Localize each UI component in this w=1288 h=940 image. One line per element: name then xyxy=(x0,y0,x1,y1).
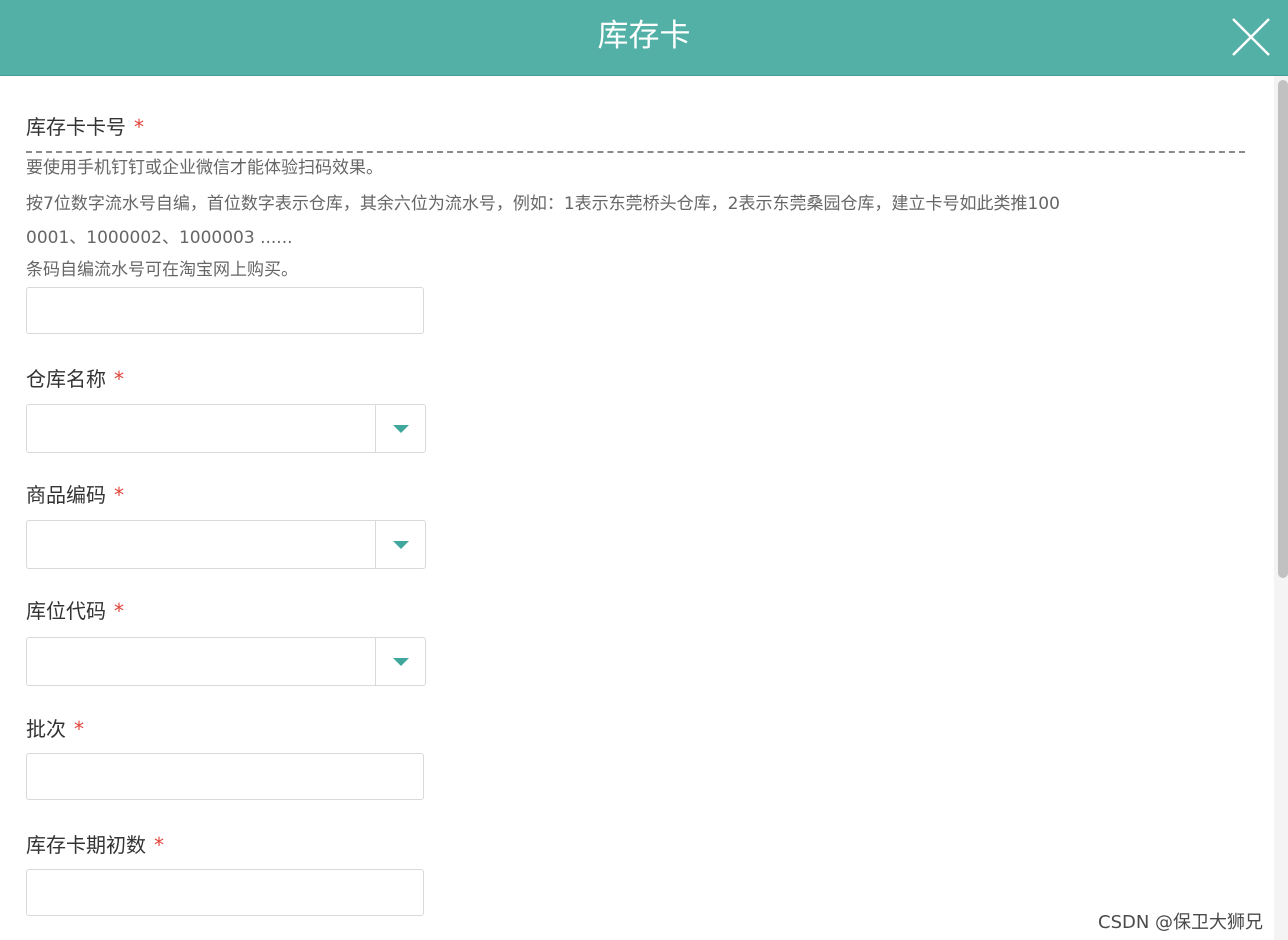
batch-input[interactable] xyxy=(26,753,424,800)
divider xyxy=(26,151,1245,153)
warehouse-select[interactable] xyxy=(26,404,426,453)
chevron-down-icon xyxy=(393,425,409,433)
required-mark: * xyxy=(154,833,164,857)
card-no-help-1: 要使用手机钉钉或企业微信才能体验扫码效果。 xyxy=(26,158,383,178)
watermark: CSDN @保卫大狮兄 xyxy=(1098,912,1264,933)
warehouse-label-text: 仓库名称 xyxy=(26,367,106,391)
warehouse-dropdown-button[interactable] xyxy=(375,405,425,452)
card-no-label-text: 库存卡卡号 xyxy=(26,115,126,139)
required-mark: * xyxy=(74,717,84,741)
chevron-down-icon xyxy=(393,658,409,666)
card-no-label: 库存卡卡号 * xyxy=(26,114,144,140)
close-button[interactable] xyxy=(1228,14,1274,60)
warehouse-label: 仓库名称 * xyxy=(26,366,124,392)
batch-label-text: 批次 xyxy=(26,717,66,741)
product-code-label-text: 商品编码 xyxy=(26,483,106,507)
batch-label: 批次 * xyxy=(26,716,84,742)
product-code-dropdown-button[interactable] xyxy=(375,521,425,568)
location-code-dropdown-button[interactable] xyxy=(375,638,425,685)
chevron-down-icon xyxy=(393,541,409,549)
location-code-select[interactable] xyxy=(26,637,426,686)
location-code-label-text: 库位代码 xyxy=(26,599,106,623)
required-mark: * xyxy=(114,367,124,391)
card-no-help-3: 0001、1000002、1000003 ...... xyxy=(26,228,293,248)
initial-qty-label: 库存卡期初数 * xyxy=(26,832,164,858)
product-code-label: 商品编码 * xyxy=(26,482,124,508)
scrollbar-thumb[interactable] xyxy=(1278,80,1288,578)
card-no-help-4: 条码自编流水号可在淘宝网上购买。 xyxy=(26,260,298,280)
dialog-title: 库存卡 xyxy=(597,18,691,54)
card-no-input[interactable] xyxy=(26,287,424,334)
location-code-label: 库位代码 * xyxy=(26,598,124,624)
close-icon xyxy=(1232,18,1270,56)
product-code-select[interactable] xyxy=(26,520,426,569)
required-mark: * xyxy=(134,115,144,139)
dialog-header: 库存卡 xyxy=(0,0,1288,76)
required-mark: * xyxy=(114,599,124,623)
card-no-help-2: 按7位数字流水号自编，首位数字表示仓库，其余六位为流水号，例如：1表示东莞桥头仓… xyxy=(26,194,1060,214)
initial-qty-label-text: 库存卡期初数 xyxy=(26,833,146,857)
required-mark: * xyxy=(114,483,124,507)
initial-qty-input[interactable] xyxy=(26,869,424,916)
